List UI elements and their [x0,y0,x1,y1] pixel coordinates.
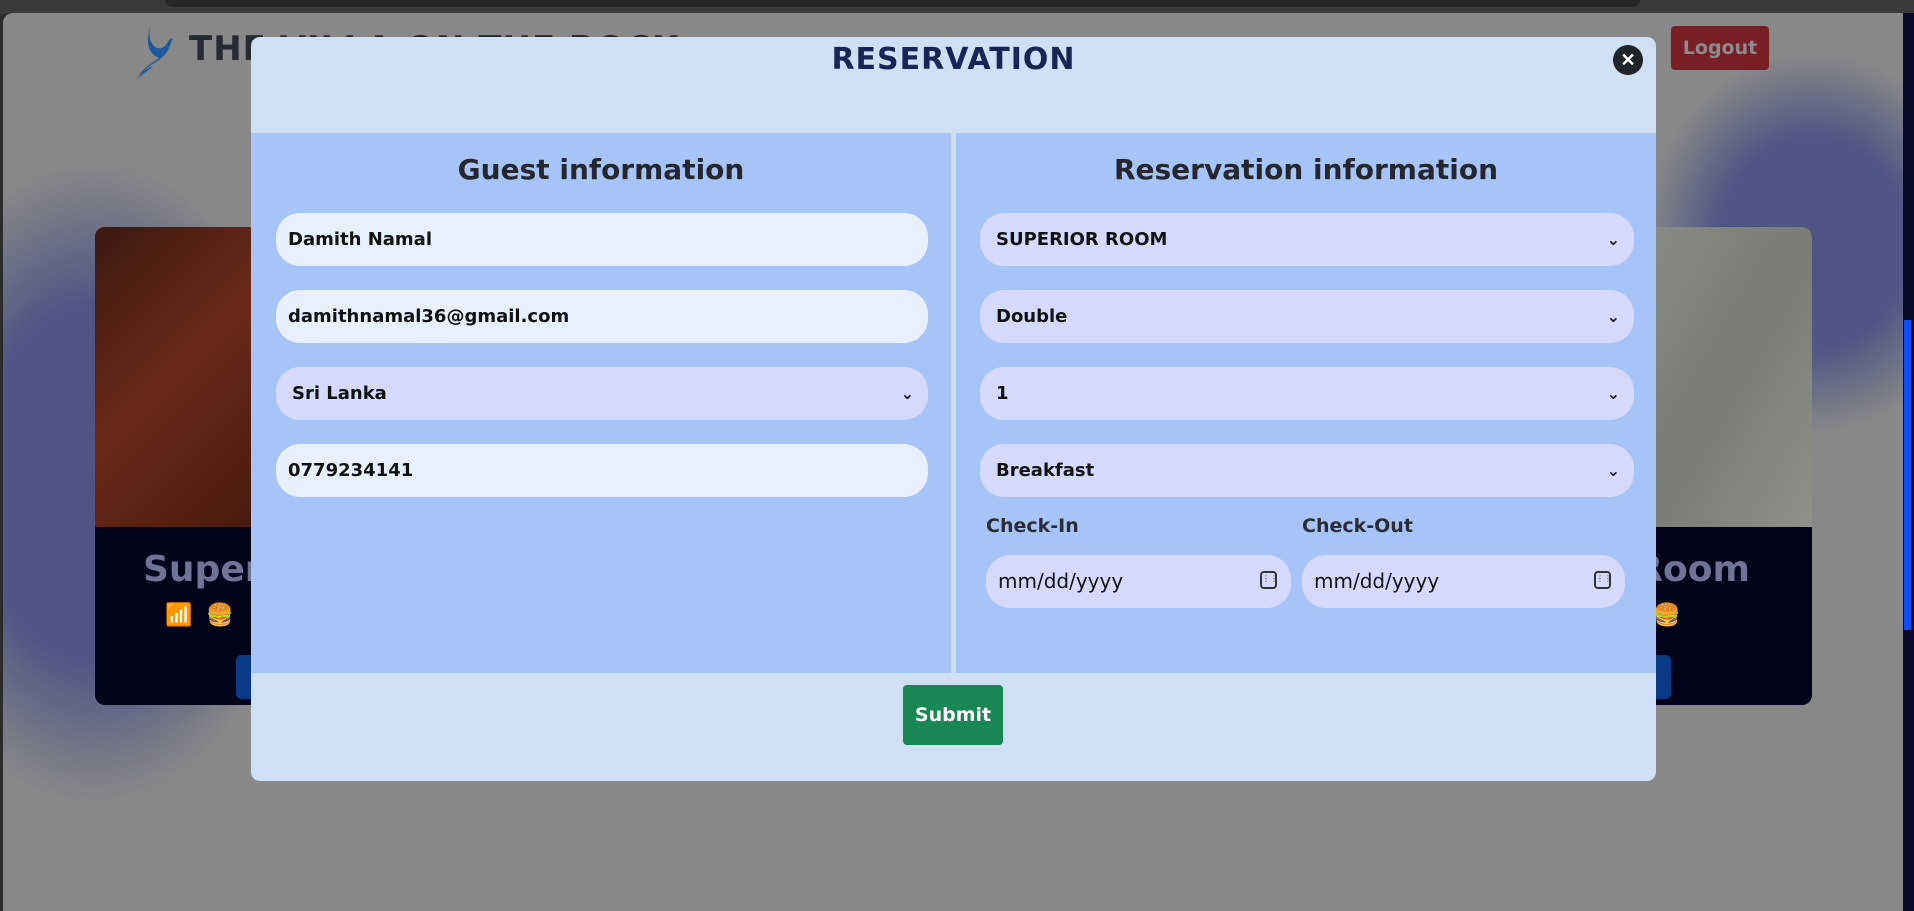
meal-plan-select[interactable]: Breakfast ⌄ [980,444,1634,497]
check-out-placeholder: mm/dd/yyyy [1314,569,1440,593]
phone-input[interactable]: 0779234141 [276,444,928,497]
check-in-input[interactable]: mm/dd/yyyy ⋮⋮ [986,555,1291,608]
chevron-down-icon: ⌄ [1606,230,1620,249]
chevron-down-icon: ⌄ [1606,384,1620,403]
check-in-placeholder: mm/dd/yyyy [998,569,1124,593]
calendar-icon[interactable]: ⋮⋮ [1260,571,1278,589]
bird-logo-icon [135,20,173,82]
close-icon[interactable]: ✕ [1613,45,1643,75]
check-out-input[interactable]: mm/dd/yyyy ⋮⋮ [1302,555,1625,608]
country-select[interactable]: Sri Lanka ⌄ [276,367,928,420]
country-value: Sri Lanka [292,383,387,404]
chevron-down-icon: ⌄ [1606,307,1620,326]
scrollbar[interactable] [1903,13,1914,911]
room-type-value: SUPERIOR ROOM [996,229,1168,250]
check-in-label: Check-In [986,515,1079,537]
wifi-icon: 📶 [165,603,193,628]
burger-icon: 🍔 [206,603,234,628]
room-type-select[interactable]: SUPERIOR ROOM ⌄ [980,213,1634,266]
meal-plan-value: Breakfast [996,460,1095,481]
rooms-count-value: 1 [996,383,1009,404]
address-bar[interactable] [165,0,1640,7]
browser-top-bar [0,0,1914,14]
scrollbar-thumb[interactable] [1904,320,1911,630]
name-input[interactable]: Damith Namal [276,213,928,266]
chevron-down-icon: ⌄ [1606,461,1620,480]
reservation-heading: Reservation information [1113,153,1499,186]
bed-type-value: Double [996,306,1068,327]
burger-icon: 🍔 [1653,603,1681,628]
rooms-count-select[interactable]: 1 ⌄ [980,367,1634,420]
reservation-modal: RESERVATION ✕ Guest information Damith N… [251,37,1656,781]
guest-heading: Guest information [457,153,745,186]
chevron-down-icon: ⌄ [900,384,914,403]
check-out-label: Check-Out [1302,515,1413,537]
guest-information-panel: Guest information Damith Namal damithnam… [251,133,951,673]
bed-type-select[interactable]: Double ⌄ [980,290,1634,343]
modal-title: RESERVATION [831,42,1076,77]
logout-button[interactable]: Logout [1671,26,1769,70]
calendar-icon[interactable]: ⋮⋮ [1594,571,1612,589]
email-input[interactable]: damithnamal36@gmail.com [276,290,928,343]
submit-button[interactable]: Submit [903,685,1003,745]
